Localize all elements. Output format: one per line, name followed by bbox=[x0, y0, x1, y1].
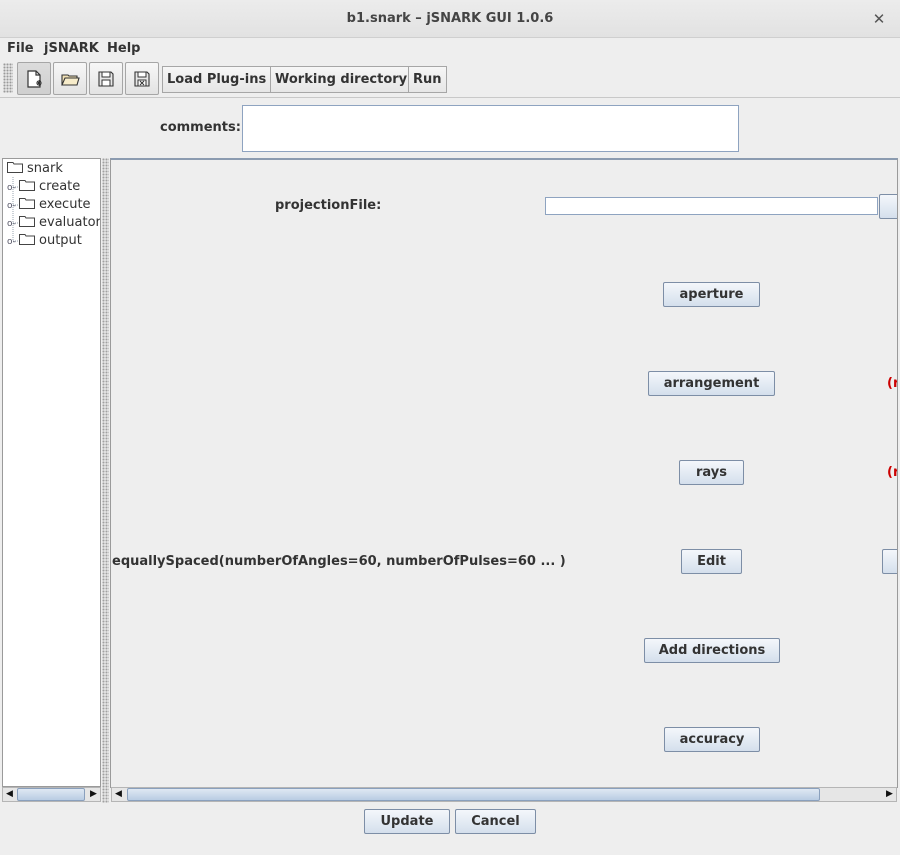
expand-handle-icon[interactable]: o- bbox=[7, 237, 19, 247]
comments-field[interactable] bbox=[242, 105, 739, 152]
tree-item-label: create bbox=[39, 179, 81, 194]
scroll-thumb[interactable] bbox=[127, 788, 820, 801]
cancel-button[interactable]: Cancel bbox=[455, 809, 536, 834]
folder-icon bbox=[19, 198, 35, 209]
accuracy-button[interactable]: accuracy bbox=[664, 727, 760, 752]
split-pane-divider[interactable] bbox=[102, 158, 109, 803]
projection-file-label: projectionFile: bbox=[275, 198, 382, 213]
add-directions-button[interactable]: Add directions bbox=[644, 638, 780, 663]
toolbar: Load Plug-ins Working directory Run bbox=[0, 60, 900, 98]
folder-icon bbox=[19, 234, 35, 245]
tree-item-label: output bbox=[39, 233, 82, 248]
toolbar-grip[interactable] bbox=[3, 63, 13, 93]
new-file-button[interactable] bbox=[17, 62, 51, 95]
load-plugins-button[interactable]: Load Plug-ins bbox=[162, 66, 272, 93]
menu-file[interactable]: File bbox=[7, 41, 34, 56]
open-button[interactable] bbox=[53, 62, 87, 95]
save-as-button[interactable] bbox=[125, 62, 159, 95]
rays-button[interactable]: rays bbox=[679, 460, 744, 485]
tree-item-output[interactable]: o-output bbox=[7, 233, 82, 251]
edit-button[interactable]: Edit bbox=[681, 549, 742, 574]
folder-icon bbox=[7, 162, 23, 173]
comments-label: comments: bbox=[160, 120, 241, 135]
menu-jsnark[interactable]: jSNARK bbox=[44, 41, 99, 56]
new-file-icon bbox=[27, 69, 42, 88]
arrangement-required-marker: (r bbox=[887, 376, 897, 391]
remove-directions-button[interactable] bbox=[882, 549, 897, 574]
update-button[interactable]: Update bbox=[364, 809, 450, 834]
tree-item-create[interactable]: o-create bbox=[7, 179, 80, 197]
scroll-thumb[interactable] bbox=[17, 788, 85, 801]
tree-item-execute[interactable]: o-execute bbox=[7, 197, 91, 215]
project-tree: snark o-create o-execute o-evaluator o-o… bbox=[2, 158, 101, 787]
working-directory-button[interactable]: Working directory bbox=[270, 66, 413, 93]
aperture-button[interactable]: aperture bbox=[663, 282, 760, 307]
menu-help[interactable]: Help bbox=[107, 41, 140, 56]
projection-file-input[interactable] bbox=[545, 197, 878, 215]
save-button[interactable] bbox=[89, 62, 123, 95]
directions-summary: equallySpaced(numberOfAngles=60, numberO… bbox=[112, 554, 566, 569]
save-icon bbox=[98, 70, 114, 87]
scroll-left-icon[interactable]: ◀ bbox=[112, 788, 125, 801]
panel-horizontal-scrollbar[interactable]: ◀ ▶ bbox=[111, 787, 897, 802]
close-icon[interactable]: ✕ bbox=[870, 10, 888, 28]
tree-root-label: snark bbox=[27, 161, 63, 176]
tree-item-label: evaluator bbox=[39, 215, 101, 230]
expand-handle-icon[interactable]: o- bbox=[7, 201, 19, 211]
open-folder-icon bbox=[61, 73, 80, 86]
scroll-left-icon[interactable]: ◀ bbox=[3, 788, 16, 801]
save-as-icon bbox=[134, 70, 150, 87]
arrangement-button[interactable]: arrangement bbox=[648, 371, 775, 396]
expand-handle-icon[interactable]: o- bbox=[7, 219, 19, 229]
tree-item-evaluator[interactable]: o-evaluator bbox=[7, 215, 101, 233]
title-bar: b1.snark – jSNARK GUI 1.0.6 ✕ bbox=[0, 0, 900, 38]
expand-handle-icon[interactable]: o- bbox=[7, 183, 19, 193]
menu-bar: File jSNARK Help bbox=[0, 38, 900, 59]
scroll-right-icon[interactable]: ▶ bbox=[87, 788, 100, 801]
run-button[interactable]: Run bbox=[408, 66, 447, 93]
tree-item-label: execute bbox=[39, 197, 91, 212]
rays-required-marker: (r bbox=[887, 465, 897, 480]
folder-icon bbox=[19, 216, 35, 227]
scroll-right-icon[interactable]: ▶ bbox=[883, 788, 896, 801]
folder-icon bbox=[19, 180, 35, 191]
window-title: b1.snark – jSNARK GUI 1.0.6 bbox=[346, 11, 554, 26]
properties-panel: projectionFile: aperture arrangement (r … bbox=[110, 158, 898, 788]
browse-button[interactable] bbox=[879, 194, 897, 219]
tree-horizontal-scrollbar[interactable]: ◀ ▶ bbox=[2, 787, 101, 802]
